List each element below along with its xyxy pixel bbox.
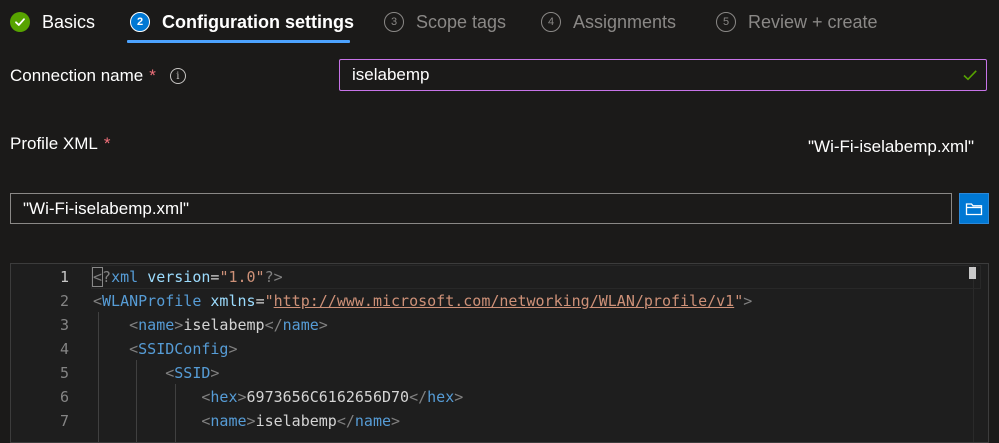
code-line: 2 <WLANProfile xmlns="http://www.microso… — [11, 289, 988, 313]
line-number: 3 — [59, 316, 69, 334]
step-basics[interactable]: Basics — [10, 7, 95, 37]
step-number-badge: 2 — [130, 12, 150, 32]
profile-xml-text: Profile XML — [10, 134, 98, 153]
step-scope-tags[interactable]: 3 Scope tags — [384, 7, 506, 37]
line-number: 4 — [59, 340, 69, 358]
code-text: <SSIDConfig> — [129, 340, 238, 358]
step-configuration-settings[interactable]: 2 Configuration settings — [130, 7, 354, 37]
required-mark: * — [103, 134, 111, 153]
code-line: 1 <?xml version="1.0"?> — [11, 265, 988, 289]
required-mark: * — [149, 66, 156, 85]
line-number: 7 — [59, 412, 69, 430]
step-configuration-settings-label: Configuration settings — [162, 11, 354, 32]
code-text: <name>iselabemp</name> — [129, 316, 328, 334]
file-upload-value: "Wi-Fi-iselabemp.xml" — [23, 198, 190, 218]
valid-check-icon — [963, 70, 977, 81]
code-text: <WLANProfile xmlns="http://www.microsoft… — [93, 292, 753, 310]
code-line: 5 <SSID> — [11, 361, 988, 385]
code-line: 6 <hex>6973656C6162656D70</hex> — [11, 385, 988, 409]
line-number: 6 — [59, 388, 69, 406]
checkmark-icon — [10, 12, 30, 32]
connection-name-label: Connection name * i — [10, 66, 186, 86]
code-line: 4 <SSIDConfig> — [11, 337, 988, 361]
code-line: 7 <name>iselabemp</name> — [11, 409, 988, 433]
step-assignments-label: Assignments — [573, 11, 677, 32]
browse-folder-button[interactable] — [959, 193, 989, 224]
step-number-badge: 5 — [716, 12, 736, 32]
connection-name-input[interactable]: iselabemp — [339, 59, 987, 91]
step-review-create-label: Review + create — [748, 11, 878, 32]
step-number-badge: 3 — [384, 12, 404, 32]
code-text: <SSID> — [165, 364, 220, 382]
file-upload-input[interactable]: "Wi-Fi-iselabemp.xml" — [10, 193, 952, 224]
folder-icon — [965, 202, 983, 215]
connection-name-value: iselabemp — [352, 65, 430, 84]
wizard-steps: Basics 2 Configuration settings 3 Scope … — [0, 0, 999, 44]
code-text: <name>iselabemp</name> — [201, 412, 401, 430]
profile-xml-filename: "Wi-Fi-iselabemp.xml" — [808, 137, 975, 156]
step-assignments[interactable]: 4 Assignments — [541, 7, 676, 37]
line-number: 5 — [59, 364, 69, 382]
step-scope-tags-label: Scope tags — [416, 11, 507, 32]
code-text: <hex>6973656C6162656D70</hex> — [201, 388, 464, 406]
line-number: 1 — [59, 268, 69, 286]
profile-xml-label: Profile XML * — [10, 134, 111, 154]
code-line: 3 <name>iselabemp</name> — [11, 313, 988, 337]
namespace-link[interactable]: http://www.microsoft.com/networking/WLAN… — [274, 292, 735, 310]
step-number-badge: 4 — [541, 12, 561, 32]
active-step-underline — [127, 40, 350, 43]
line-number: 2 — [59, 292, 69, 310]
xml-code-editor[interactable]: 1 <?xml version="1.0"?> 2 <WLANProfile x… — [10, 263, 989, 443]
step-basics-label: Basics — [42, 11, 96, 32]
connection-name-text: Connection name — [10, 66, 144, 85]
info-icon[interactable]: i — [169, 68, 186, 84]
code-text: <?xml version="1.0"?> — [91, 267, 283, 287]
step-review-create[interactable]: 5 Review + create — [716, 7, 878, 37]
